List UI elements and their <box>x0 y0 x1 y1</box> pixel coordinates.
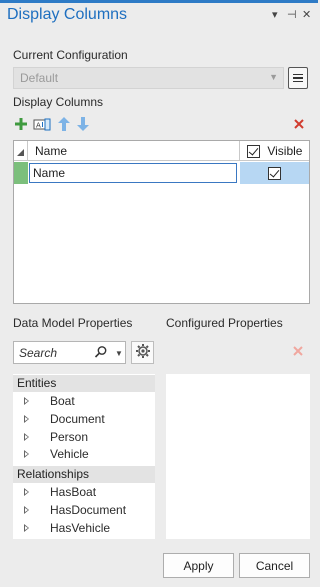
expand-arrow-icon[interactable] <box>24 397 29 405</box>
name-column-header[interactable]: Name <box>29 141 240 161</box>
configured-properties-list[interactable] <box>166 374 310 539</box>
expand-arrow-icon[interactable] <box>24 433 29 441</box>
expand-arrow-icon[interactable] <box>24 415 29 423</box>
expand-arrow-icon[interactable] <box>24 450 29 458</box>
pane-accent-bar <box>0 0 318 3</box>
configuration-menu-button[interactable] <box>288 67 308 89</box>
tree-item-hasdocument[interactable]: HasDocument <box>13 502 155 519</box>
tree-item-vehicle[interactable]: Vehicle <box>13 446 155 463</box>
data-model-properties-label: Data Model Properties <box>13 316 133 330</box>
search-options-chevron-icon[interactable]: ▼ <box>115 349 123 358</box>
expand-arrow-icon[interactable] <box>24 506 29 514</box>
row-selector[interactable] <box>14 162 28 184</box>
pane-options-icon[interactable]: ▾ <box>272 8 278 21</box>
pane-title: Display Columns <box>7 6 128 23</box>
expand-arrow-icon[interactable] <box>24 524 29 532</box>
visible-cell[interactable] <box>240 162 309 184</box>
visible-column-header[interactable]: Visible <box>240 141 309 161</box>
visible-checkbox[interactable] <box>268 166 281 180</box>
display-columns-label: Display Columns <box>13 95 104 109</box>
rename-field-icon[interactable]: A <box>32 115 52 133</box>
data-model-tree: Entities Boat Document Person Vehicle Re… <box>13 374 155 539</box>
select-all-corner[interactable] <box>14 141 28 161</box>
remove-configured-icon[interactable] <box>292 345 304 360</box>
chevron-down-icon: ▼ <box>269 72 278 82</box>
visible-all-checkbox[interactable] <box>247 145 260 159</box>
search-input[interactable]: Search ▼ <box>13 341 126 364</box>
gear-icon <box>135 343 151 362</box>
delete-icon[interactable] <box>290 115 308 133</box>
grid-header: Name Visible <box>14 141 309 161</box>
configuration-dropdown[interactable]: Default ▼ <box>13 67 284 89</box>
cancel-button[interactable]: Cancel <box>239 553 310 578</box>
expand-arrow-icon[interactable] <box>24 488 29 496</box>
group-header-relationships: Relationships <box>13 466 155 483</box>
search-icon[interactable] <box>94 345 108 362</box>
configured-properties-label: Configured Properties <box>166 316 283 330</box>
tree-item-person[interactable]: Person <box>13 429 155 446</box>
name-cell-editor[interactable]: Name <box>29 163 237 183</box>
svg-text:A: A <box>36 122 41 130</box>
close-icon[interactable]: ✕ <box>302 8 311 21</box>
search-placeholder: Search <box>19 346 58 360</box>
move-down-icon[interactable] <box>74 115 92 133</box>
tree-item-document[interactable]: Document <box>13 411 155 428</box>
move-up-icon[interactable] <box>55 115 73 133</box>
tree-item-hasvehicle[interactable]: HasVehicle <box>13 520 155 537</box>
apply-button[interactable]: Apply <box>163 553 234 578</box>
tree-item-boat[interactable]: Boat <box>13 393 155 410</box>
pin-icon[interactable]: ⊣ <box>287 8 297 21</box>
table-row[interactable]: Name <box>14 162 309 184</box>
visible-column-label: Visible <box>267 144 303 158</box>
tree-item-hasboat[interactable]: HasBoat <box>13 484 155 501</box>
add-icon[interactable] <box>12 115 30 133</box>
settings-button[interactable] <box>131 341 154 364</box>
current-configuration-label: Current Configuration <box>13 48 128 62</box>
group-header-entities: Entities <box>13 375 155 392</box>
configuration-value: Default <box>20 71 59 85</box>
display-columns-grid: Name Visible Name <box>13 140 310 304</box>
